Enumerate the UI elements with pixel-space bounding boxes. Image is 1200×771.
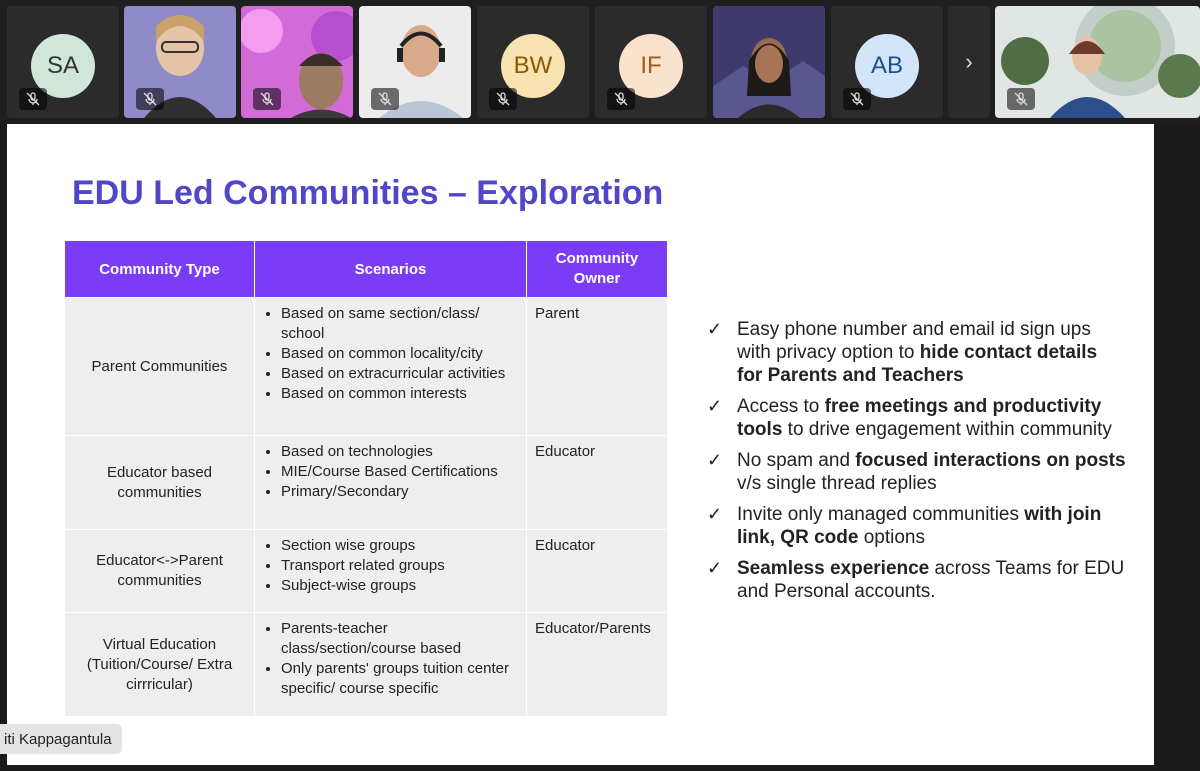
- mic-off-icon: [607, 88, 635, 110]
- mic-off-icon: [489, 88, 517, 110]
- scenario-item: Parents-teacher class/section/course bas…: [281, 619, 518, 659]
- slide-title: EDU Led Communities – Exploration: [72, 174, 664, 212]
- table-row: Virtual Education (Tuition/Course/ Extra…: [64, 612, 668, 717]
- community-type-cell: Parent Communities: [64, 297, 255, 436]
- scenarios-cell: Based on technologies MIE/Course Based C…: [254, 435, 527, 530]
- checkmark-icon: ✓: [707, 450, 723, 470]
- mic-off-icon: [843, 88, 871, 110]
- community-type-cell: Educator<->Parent communities: [64, 529, 255, 613]
- benefit-item: ✓ Seamless experience across Teams for ED…: [707, 557, 1127, 603]
- mic-off-icon: [136, 88, 164, 110]
- participant-tile-sa[interactable]: SA: [7, 6, 119, 118]
- chevron-right-icon: ›: [965, 49, 973, 74]
- benefit-item: ✓ Easy phone number and email id sign ups…: [707, 318, 1127, 387]
- scenario-item: Based on same section/class/ school: [281, 304, 518, 344]
- column-header: Community Owner: [526, 240, 668, 298]
- next-participants-button[interactable]: ›: [948, 6, 990, 118]
- benefit-item: ✓ Invite only managed communities with jo…: [707, 503, 1127, 549]
- scenario-item: Section wise groups: [281, 536, 518, 556]
- scenario-item: Based on common interests: [281, 384, 518, 404]
- participant-tile-active-speaker[interactable]: [713, 6, 825, 118]
- benefit-text: options: [858, 527, 925, 548]
- scenarios-cell: Section wise groups Transport related gr…: [254, 529, 527, 613]
- participant-tile-if[interactable]: IF: [595, 6, 707, 118]
- participant-tile-ab[interactable]: AB: [831, 6, 943, 118]
- checkmark-icon: ✓: [707, 558, 723, 578]
- mic-off-icon: [253, 88, 281, 110]
- participant-tile-video-2[interactable]: [241, 6, 353, 118]
- scenarios-cell: Based on same section/class/ school Base…: [254, 297, 527, 436]
- mic-off-icon: [1007, 88, 1035, 110]
- participant-tile-video-4[interactable]: [995, 6, 1200, 118]
- participant-tile-bw[interactable]: BW: [477, 6, 589, 118]
- column-header: Scenarios: [254, 240, 527, 298]
- mic-off-icon: [371, 88, 399, 110]
- table-row: Parent Communities Based on same section…: [64, 297, 668, 436]
- scenario-item: Transport related groups: [281, 556, 518, 576]
- participant-tile-video-1[interactable]: [124, 6, 236, 118]
- benefit-item: ✓ Access to free meetings and productivit…: [707, 395, 1127, 441]
- benefit-text: v/s single thread replies: [737, 473, 937, 494]
- owner-cell: Educator: [526, 529, 668, 613]
- table-row: Educator based communities Based on tech…: [64, 435, 668, 530]
- owner-cell: Educator: [526, 435, 668, 530]
- scenario-item: Only parents' groups tuition center spec…: [281, 659, 518, 699]
- benefit-emphasis: focused interactions on posts: [855, 450, 1126, 471]
- community-type-cell: Educator based communities: [64, 435, 255, 530]
- benefit-emphasis: Seamless experience: [737, 558, 930, 579]
- shared-slide: EDU Led Communities – Exploration Commun…: [7, 124, 1154, 765]
- owner-cell: Parent: [526, 297, 668, 436]
- mic-off-icon: [19, 88, 47, 110]
- table-header-row: Community Type Scenarios Community Owner: [64, 240, 668, 298]
- benefit-text: Access to: [737, 396, 825, 417]
- benefit-text: No spam and: [737, 450, 856, 471]
- checkmark-icon: ✓: [707, 396, 723, 416]
- benefit-text: to drive engagement within community: [782, 419, 1112, 440]
- communities-table: Community Type Scenarios Community Owner…: [64, 240, 668, 717]
- scenario-item: Based on technologies: [281, 442, 518, 462]
- scenario-item: Subject-wise groups: [281, 576, 518, 596]
- participant-tile-video-3[interactable]: [359, 6, 471, 118]
- community-type-cell: Virtual Education (Tuition/Course/ Extra…: [64, 612, 255, 717]
- checkmark-icon: ✓: [707, 504, 723, 524]
- participant-strip: SA BW IF AB ›: [0, 0, 1200, 123]
- scenario-item: MIE/Course Based Certifications: [281, 462, 518, 482]
- column-header: Community Type: [64, 240, 255, 298]
- scenarios-cell: Parents-teacher class/section/course bas…: [254, 612, 527, 717]
- presenter-name-tag: iti Kappagantula: [0, 724, 122, 754]
- benefits-list: ✓ Easy phone number and email id sign ups…: [707, 318, 1127, 611]
- scenario-item: Based on extracurricular activities: [281, 364, 518, 384]
- owner-cell: Educator/Parents: [526, 612, 668, 717]
- table-row: Educator<->Parent communities Section wi…: [64, 529, 668, 613]
- benefit-item: ✓ No spam and focused interactions on pos…: [707, 449, 1127, 495]
- benefit-text: Invite only managed communities: [737, 504, 1025, 525]
- scenario-item: Based on common locality/city: [281, 344, 518, 364]
- checkmark-icon: ✓: [707, 319, 723, 339]
- scenario-item: Primary/Secondary: [281, 482, 518, 502]
- participant-video: [713, 6, 825, 118]
